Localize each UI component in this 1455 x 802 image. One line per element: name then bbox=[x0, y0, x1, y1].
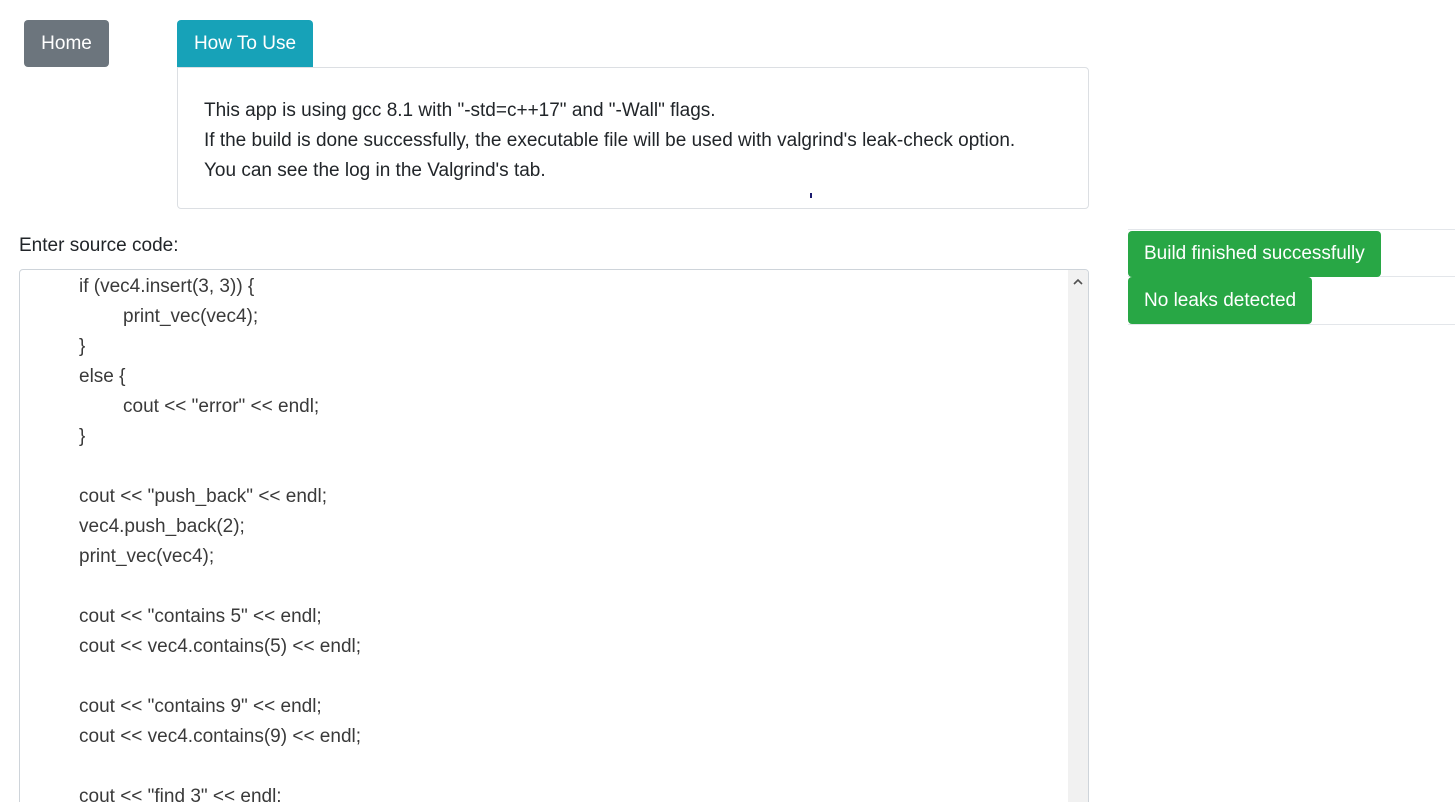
source-code-editor[interactable]: if (vec4.insert(3, 3)) { print_vec(vec4)… bbox=[19, 269, 1089, 802]
leak-status-row[interactable]: No leaks detected bbox=[1128, 277, 1455, 325]
build-status-row[interactable]: Build finished successfully bbox=[1128, 229, 1455, 277]
code-line: print_vec(vec4); bbox=[79, 546, 215, 567]
info-line-compiler: This app is using gcc 8.1 with "-std=c++… bbox=[204, 100, 716, 121]
info-line-log: You can see the log in the Valgrind's ta… bbox=[204, 160, 546, 181]
build-status-badge[interactable]: Build finished successfully bbox=[1128, 231, 1381, 277]
code-line: print_vec(vec4); bbox=[123, 306, 259, 327]
code-line: if (vec4.insert(3, 3)) { bbox=[79, 276, 255, 297]
code-line: cout << "error" << endl; bbox=[123, 396, 320, 417]
source-code-label: Enter source code: bbox=[19, 235, 179, 256]
code-line: cout << "contains 5" << endl; bbox=[79, 606, 322, 627]
code-line: else { bbox=[79, 366, 126, 387]
chevron-up-icon bbox=[1073, 278, 1083, 285]
leak-status-badge[interactable]: No leaks detected bbox=[1128, 277, 1313, 324]
code-lines[interactable]: if (vec4.insert(3, 3)) { print_vec(vec4)… bbox=[20, 272, 1068, 802]
how-to-use-panel: This app is using gcc 8.1 with "-std=c++… bbox=[177, 67, 1089, 209]
code-line: cout << vec4.contains(9) << endl; bbox=[79, 726, 362, 747]
code-line: cout << vec4.contains(5) << endl; bbox=[79, 636, 362, 657]
editor-scrollbar[interactable] bbox=[1068, 270, 1088, 802]
code-line: cout << "contains 9" << endl; bbox=[79, 696, 322, 717]
info-line-valgrind: If the build is done successfully, the e… bbox=[204, 130, 1016, 151]
page: Home How To Use This app is using gcc 8.… bbox=[0, 0, 1455, 802]
code-line: vec4.push_back(2); bbox=[79, 516, 245, 537]
scroll-up-button[interactable] bbox=[1068, 270, 1088, 292]
code-line: } bbox=[79, 336, 86, 357]
code-line: } bbox=[79, 426, 86, 447]
code-line: cout << "find 3" << endl; bbox=[79, 786, 282, 802]
code-line: cout << "push_back" << endl; bbox=[79, 486, 328, 507]
home-button[interactable]: Home bbox=[24, 20, 109, 67]
how-to-use-tab[interactable]: How To Use bbox=[177, 20, 313, 67]
text-cursor-mark bbox=[810, 193, 812, 198]
